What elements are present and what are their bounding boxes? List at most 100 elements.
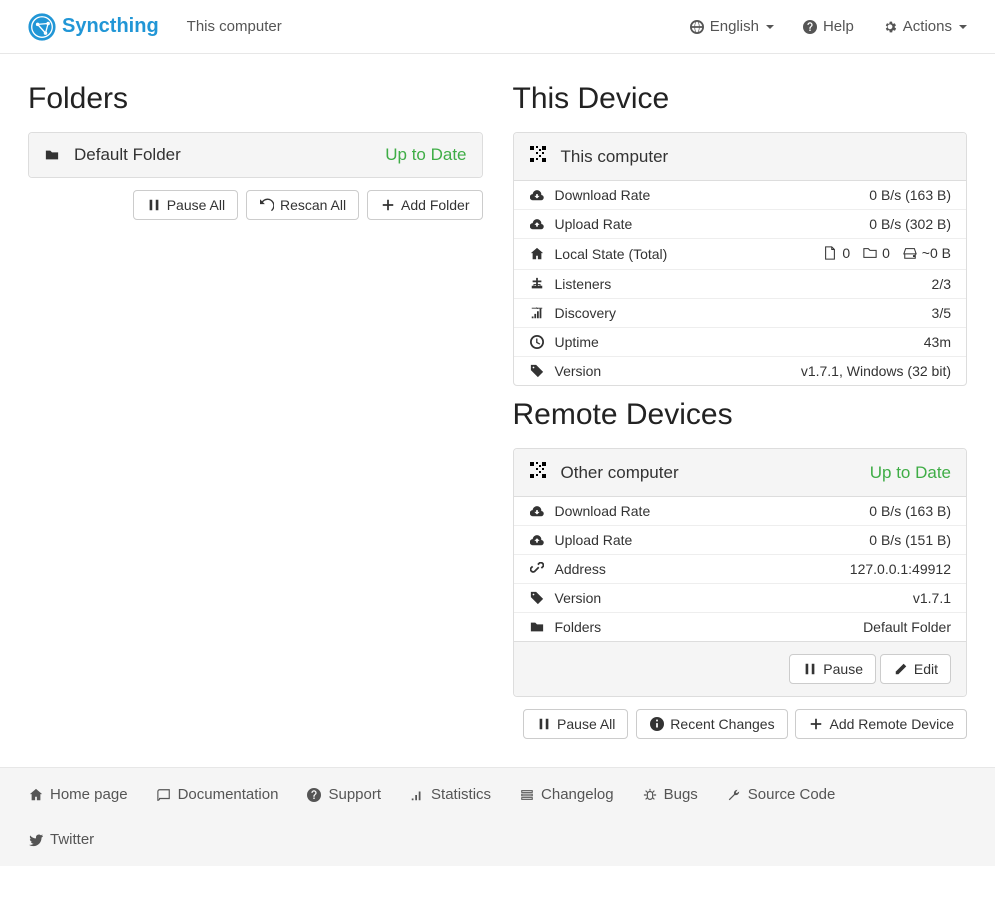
footer-support-link[interactable]: Support [306, 786, 381, 803]
home-icon [529, 247, 545, 261]
remote-folders-value: Default Folder [756, 613, 966, 642]
uptime-value: 43m [732, 328, 966, 357]
folders-heading: Folders [28, 82, 483, 116]
question-icon [306, 788, 322, 802]
folder-status: Up to Date [385, 145, 466, 165]
add-folder-label: Add Folder [401, 197, 469, 213]
link-icon [529, 562, 545, 576]
edit-device-button[interactable]: Edit [880, 654, 951, 684]
bug-icon [642, 788, 658, 802]
table-row: Download Rate 0 B/s (163 B) [514, 497, 967, 526]
pause-all-devices-button[interactable]: Pause All [523, 709, 628, 739]
question-icon [802, 20, 818, 34]
footer-source-link[interactable]: Source Code [726, 786, 836, 803]
table-row: Upload Rate 0 B/s (151 B) [514, 526, 967, 555]
rescan-all-button[interactable]: Rescan All [246, 190, 359, 220]
footer-twitter-link[interactable]: Twitter [28, 831, 967, 848]
table-row: Version v1.7.1 [514, 584, 967, 613]
brand-text: Syncthing [62, 15, 159, 38]
tag-icon [529, 364, 545, 378]
table-row: Upload Rate 0 B/s (302 B) [514, 210, 967, 239]
cloud-upload-icon [529, 533, 545, 547]
rescan-all-label: Rescan All [280, 197, 346, 213]
folder-icon [44, 148, 60, 162]
pause-all-label: Pause All [167, 197, 225, 213]
folder-icon [529, 620, 545, 634]
remote-address-label: Address [555, 561, 606, 577]
qrcode-icon [529, 461, 547, 484]
table-row: Local State (Total) 0 0 ~0 B [514, 239, 967, 270]
pause-icon [802, 662, 818, 676]
this-device-name: This computer [561, 147, 669, 167]
plus-icon [808, 717, 824, 731]
language-label: English [710, 18, 759, 35]
globe-icon [689, 20, 705, 34]
help-menu[interactable]: Help [802, 18, 854, 35]
local-state-label: Local State (Total) [555, 246, 668, 262]
this-device-header[interactable]: This computer [514, 133, 967, 181]
version-value: v1.7.1, Windows (32 bit) [732, 357, 966, 386]
table-row: Folders Default Folder [514, 613, 967, 642]
remote-device-name: Other computer [561, 463, 679, 483]
table-row: Version v1.7.1, Windows (32 bit) [514, 357, 967, 386]
this-device-panel: This computer Download Rate 0 B/s (163 B… [513, 132, 968, 386]
remote-download-label: Download Rate [555, 503, 651, 519]
folder-panel: Default Folder Up to Date [28, 132, 483, 178]
language-menu[interactable]: English [689, 18, 774, 35]
remote-upload-label: Upload Rate [555, 532, 633, 548]
local-state-value: 0 0 ~0 B [732, 239, 966, 270]
navbar: Syncthing This computer English Help Act… [0, 0, 995, 54]
table-row: Address 127.0.0.1:49912 [514, 555, 967, 584]
remote-devices-heading: Remote Devices [513, 398, 968, 432]
version-label: Version [555, 363, 602, 379]
recent-changes-button[interactable]: Recent Changes [636, 709, 787, 739]
footer-changelog-link[interactable]: Changelog [519, 786, 614, 803]
pause-device-label: Pause [823, 661, 863, 677]
actions-menu[interactable]: Actions [882, 18, 967, 35]
book-icon [156, 788, 172, 802]
syncthing-logo-icon [28, 13, 56, 41]
bar-chart-icon [409, 788, 425, 802]
add-remote-device-button[interactable]: Add Remote Device [795, 709, 967, 739]
folder-header[interactable]: Default Folder Up to Date [29, 133, 482, 177]
footer-home-link[interactable]: Home page [28, 786, 128, 803]
table-row: Listeners 2/3 [514, 270, 967, 299]
cloud-upload-icon [529, 217, 545, 231]
this-device-heading: This Device [513, 82, 968, 116]
remote-folders-label: Folders [555, 619, 602, 635]
help-label: Help [823, 18, 854, 35]
pause-all-folders-button[interactable]: Pause All [133, 190, 238, 220]
pause-icon [146, 198, 162, 212]
remote-upload-value: 0 B/s (151 B) [756, 526, 966, 555]
footer-docs-link[interactable]: Documentation [156, 786, 279, 803]
cog-icon [882, 20, 898, 34]
footer-stats-link[interactable]: Statistics [409, 786, 491, 803]
remote-device-status: Up to Date [870, 463, 951, 483]
signal-icon [529, 306, 545, 320]
footer-bugs-link[interactable]: Bugs [642, 786, 698, 803]
discovery-value[interactable]: 3/5 [732, 299, 966, 328]
wrench-icon [726, 788, 742, 802]
discovery-label: Discovery [555, 305, 616, 321]
remote-device-header[interactable]: Other computer Up to Date [514, 449, 967, 497]
download-rate-label: Download Rate [555, 187, 651, 203]
download-rate-value: 0 B/s (163 B) [732, 181, 966, 210]
pencil-icon [893, 662, 909, 676]
folder-outline-icon [862, 246, 878, 260]
sitemap-icon [529, 277, 545, 291]
twitter-icon [28, 833, 44, 847]
edit-device-label: Edit [914, 661, 938, 677]
add-folder-button[interactable]: Add Folder [367, 190, 482, 220]
cloud-download-icon [529, 504, 545, 518]
listeners-value[interactable]: 2/3 [732, 270, 966, 299]
remote-version-label: Version [555, 590, 602, 606]
remote-device-panel: Other computer Up to Date Download Rate … [513, 448, 968, 697]
remote-download-value: 0 B/s (163 B) [756, 497, 966, 526]
pause-device-button[interactable]: Pause [789, 654, 876, 684]
table-row: Download Rate 0 B/s (163 B) [514, 181, 967, 210]
remote-address-value: 127.0.0.1:49912 [756, 555, 966, 584]
footer: Home page Documentation Support Statisti… [0, 767, 995, 866]
brand[interactable]: Syncthing [28, 13, 159, 41]
add-remote-label: Add Remote Device [829, 716, 954, 732]
folder-name: Default Folder [74, 145, 181, 165]
